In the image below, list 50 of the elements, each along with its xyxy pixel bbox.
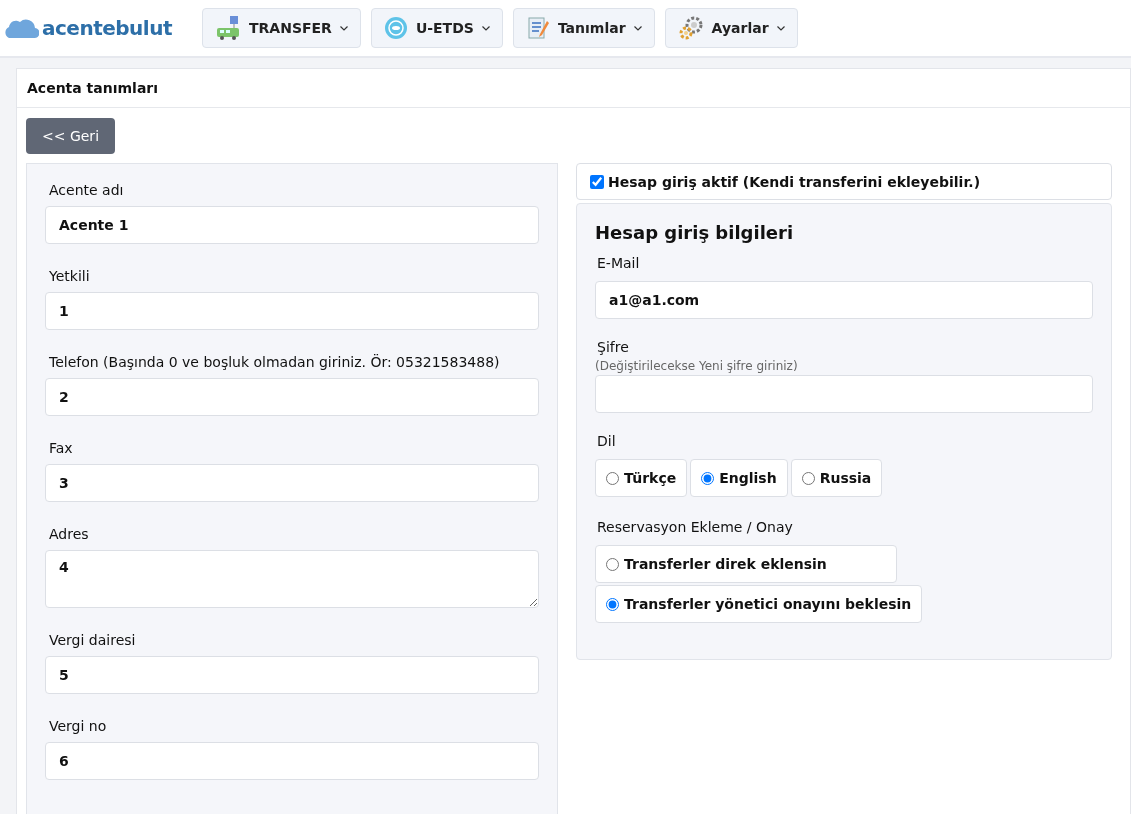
reservation-option[interactable]: Transferler direk eklensin [595,545,897,583]
reservation-option[interactable]: Transferler yönetici onayını beklesin [595,585,923,623]
logo-text: acentebulut [42,16,172,40]
text-field[interactable]: 3 [45,464,539,502]
caret-icon [776,25,785,31]
back-button[interactable]: << Geri [26,118,116,154]
nav-menu-button[interactable]: Ayarlar [664,8,798,48]
field-label: Fax [49,440,74,456]
radio[interactable] [606,471,619,485]
radio[interactable] [606,597,619,611]
radio[interactable] [701,471,715,485]
gears-icon [677,15,704,41]
field-label: Dil [597,433,617,449]
nav-menu-button[interactable]: TRANSFER [202,8,361,48]
text-field[interactable]: 5 [45,656,539,694]
radio[interactable] [801,471,815,485]
cloud-icon [3,17,39,39]
text-field[interactable]: 6 [45,742,539,780]
caret-icon [481,25,490,31]
email-field[interactable]: a1@a1.com [595,281,1093,319]
checkbox[interactable] [590,174,604,189]
field-label: Şifre [597,339,630,355]
caret-icon [633,25,642,31]
field-label: Reservasyon Ekleme / Onay [597,519,794,535]
field-label: Adres [49,526,90,542]
text-field[interactable]: 1 [45,292,539,330]
login-active-checkbox[interactable]: Hesap giriş aktif (Kendi transferini ekleyebilir.) [576,163,1112,200]
field-label: Vergi no [49,718,108,734]
card-title: Acenta tanımları [17,69,1130,108]
nav-menu-button[interactable]: U-ETDS [370,8,503,48]
password-field[interactable] [595,375,1093,413]
language-option[interactable]: Türkçe [595,459,688,497]
field-label: Yetkili [49,268,91,284]
field-label: Vergi dairesi [49,632,137,648]
text-field[interactable]: 2 [45,378,539,416]
address-field[interactable]: 4 [45,550,539,608]
bus-icon [215,15,241,41]
field-label: Acente adı [49,182,125,198]
field-label: E-Mail [597,255,641,271]
document-icon [525,16,550,40]
field-hint: (Değiştirilecekse Yeni şifre giriniz) [595,359,799,373]
language-option[interactable]: English [690,459,788,497]
field-label: Telefon (Başında 0 ve boşluk olmadan giriniz. Ör: 05321583488) [49,354,501,370]
caret-icon [339,25,348,31]
emblem-icon [383,16,408,40]
nav-menu-button[interactable]: Tanımlar [512,8,655,48]
language-option[interactable]: Russia [790,459,883,497]
radio[interactable] [606,557,619,571]
text-field[interactable]: Acente 1 [45,206,539,244]
section-heading: Hesap giriş bilgileri [595,222,795,243]
